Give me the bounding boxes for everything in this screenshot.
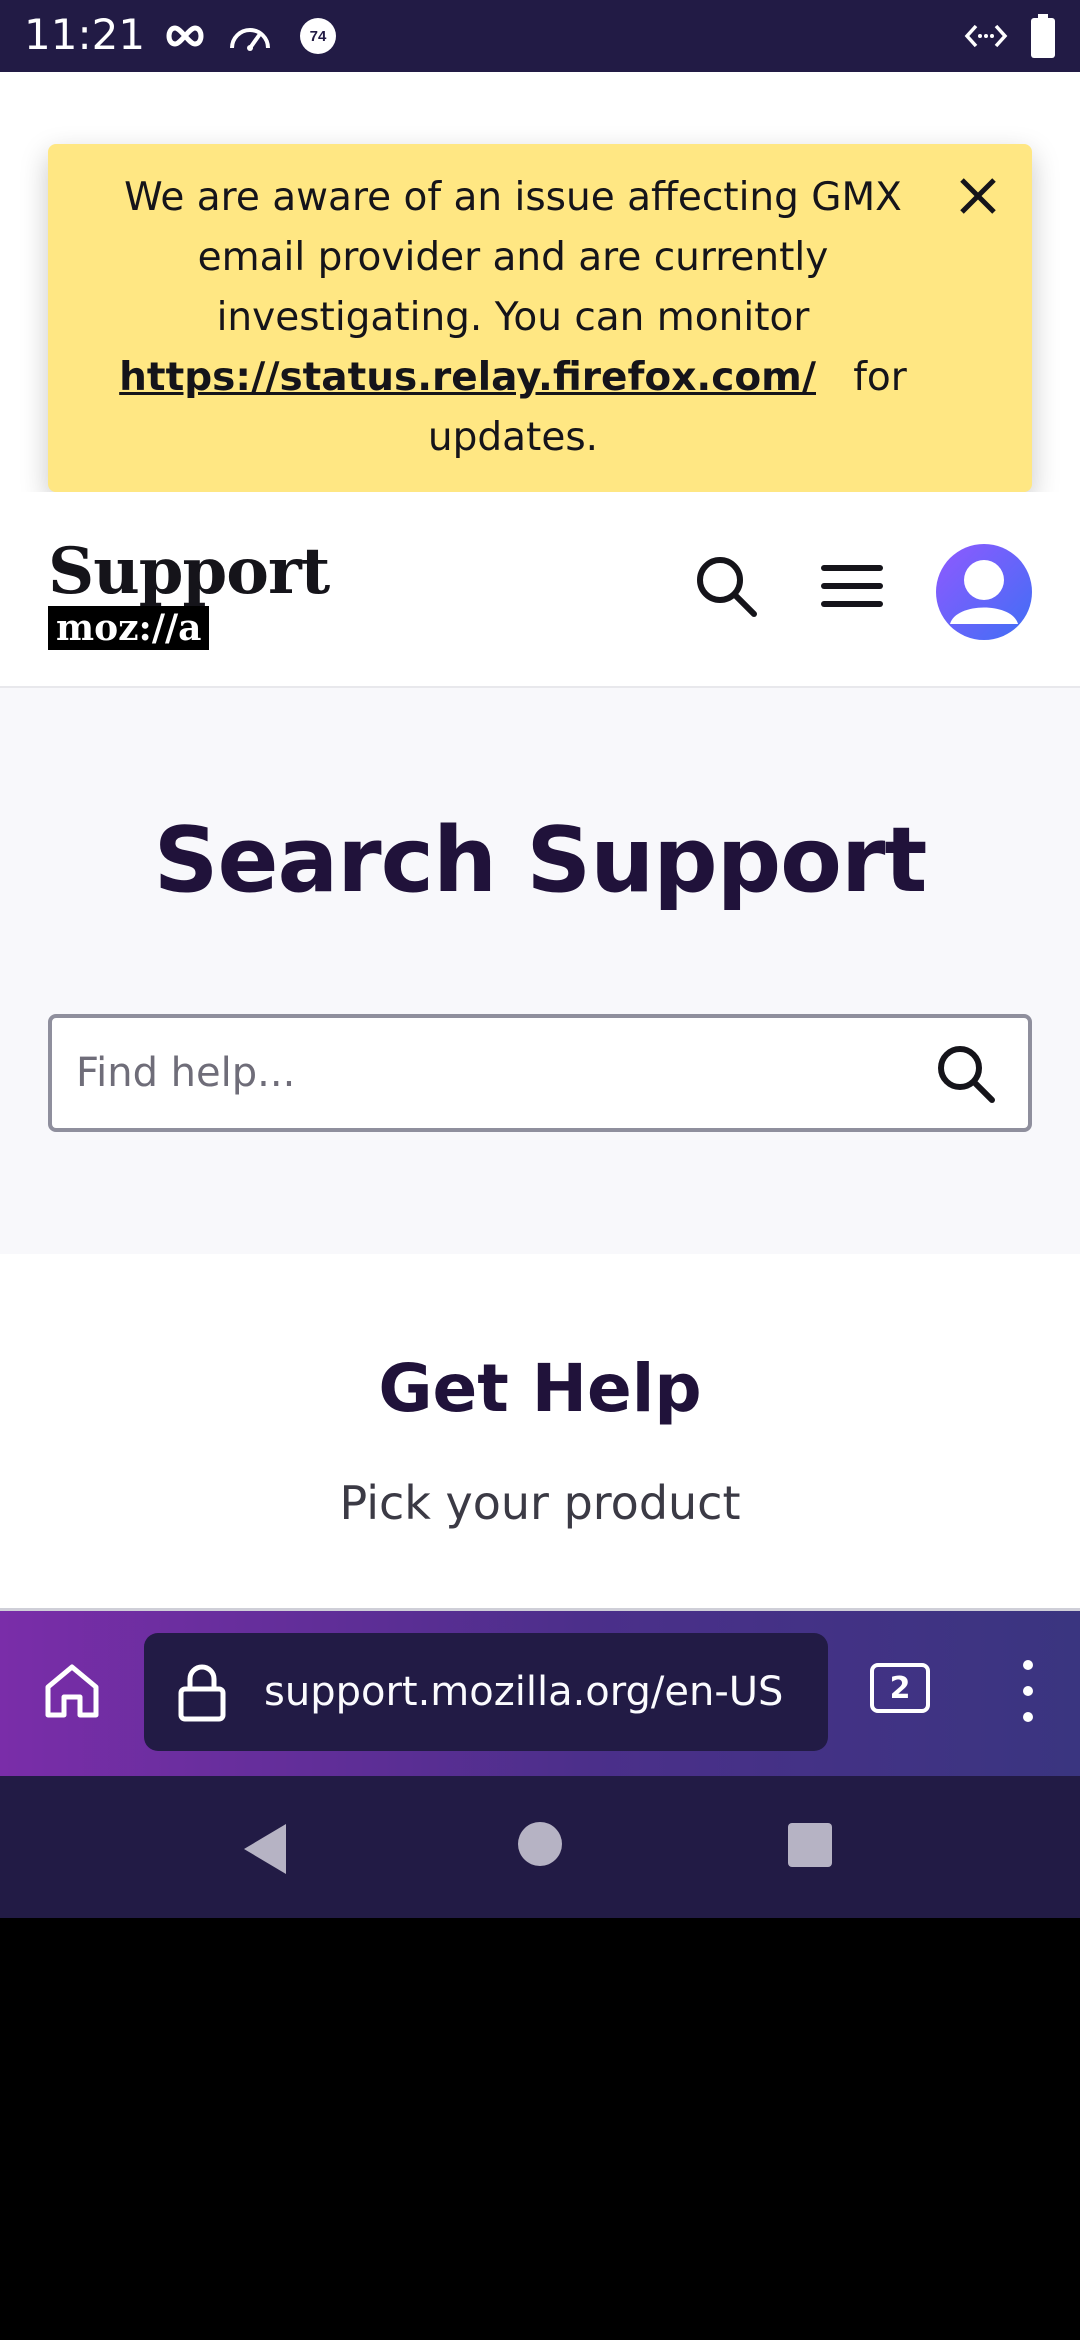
user-avatar-icon bbox=[950, 560, 1018, 624]
get-help-section: Get Help Pick your product bbox=[0, 1254, 1080, 1608]
announcement-banner: We are aware of an issue affecting GMX e… bbox=[48, 144, 1032, 492]
gauge-icon bbox=[230, 28, 270, 51]
banner-text: We are aware of an issue affecting GMX e… bbox=[78, 168, 948, 468]
lock-icon bbox=[178, 1664, 226, 1722]
url-text: support.mozilla.org/en-US bbox=[264, 1669, 784, 1715]
search-section: Search Support bbox=[0, 688, 1080, 1254]
search-icon[interactable] bbox=[692, 552, 760, 620]
status-link[interactable]: https://status.relay.firefox.com/ bbox=[119, 355, 816, 400]
page-title: Search Support bbox=[153, 808, 928, 913]
battery-icon bbox=[1031, 14, 1055, 58]
hamburger-menu-icon[interactable] bbox=[820, 556, 884, 616]
status-bar: 11:21 74 bbox=[0, 0, 1080, 72]
infinity-icon bbox=[166, 25, 204, 47]
browser-toolbar: support.mozilla.org/en-US 2 bbox=[0, 1608, 1080, 1776]
search-input[interactable] bbox=[76, 1018, 936, 1128]
web-content: We are aware of an issue affecting GMX e… bbox=[0, 72, 1080, 1608]
site-header: Support moz://a bbox=[0, 492, 1080, 688]
close-icon[interactable] bbox=[954, 172, 1002, 220]
banner-text-before: We are aware of an issue affecting GMX e… bbox=[124, 175, 902, 340]
recents-button[interactable] bbox=[788, 1823, 832, 1867]
home-icon[interactable] bbox=[40, 1659, 104, 1723]
back-icon[interactable] bbox=[240, 1822, 290, 1876]
search-box bbox=[48, 1014, 1032, 1132]
more-options-icon[interactable] bbox=[1010, 1651, 1046, 1731]
get-help-title: Get Help bbox=[378, 1350, 702, 1427]
notification-badge-icon: 74 bbox=[300, 18, 336, 54]
code-icon bbox=[964, 24, 1008, 48]
logo-support-text[interactable]: Support bbox=[48, 534, 330, 609]
url-bar[interactable]: support.mozilla.org/en-US bbox=[144, 1633, 828, 1751]
mozilla-logo[interactable]: moz://a bbox=[48, 606, 210, 650]
avatar[interactable] bbox=[936, 544, 1032, 640]
status-time: 11:21 bbox=[24, 10, 146, 59]
get-help-subtitle: Pick your product bbox=[339, 1476, 741, 1530]
home-nav-button[interactable] bbox=[518, 1822, 562, 1866]
tab-counter-button[interactable]: 2 bbox=[870, 1663, 930, 1713]
search-submit-icon[interactable] bbox=[934, 1042, 998, 1106]
system-navigation-bar bbox=[0, 1776, 1080, 1918]
